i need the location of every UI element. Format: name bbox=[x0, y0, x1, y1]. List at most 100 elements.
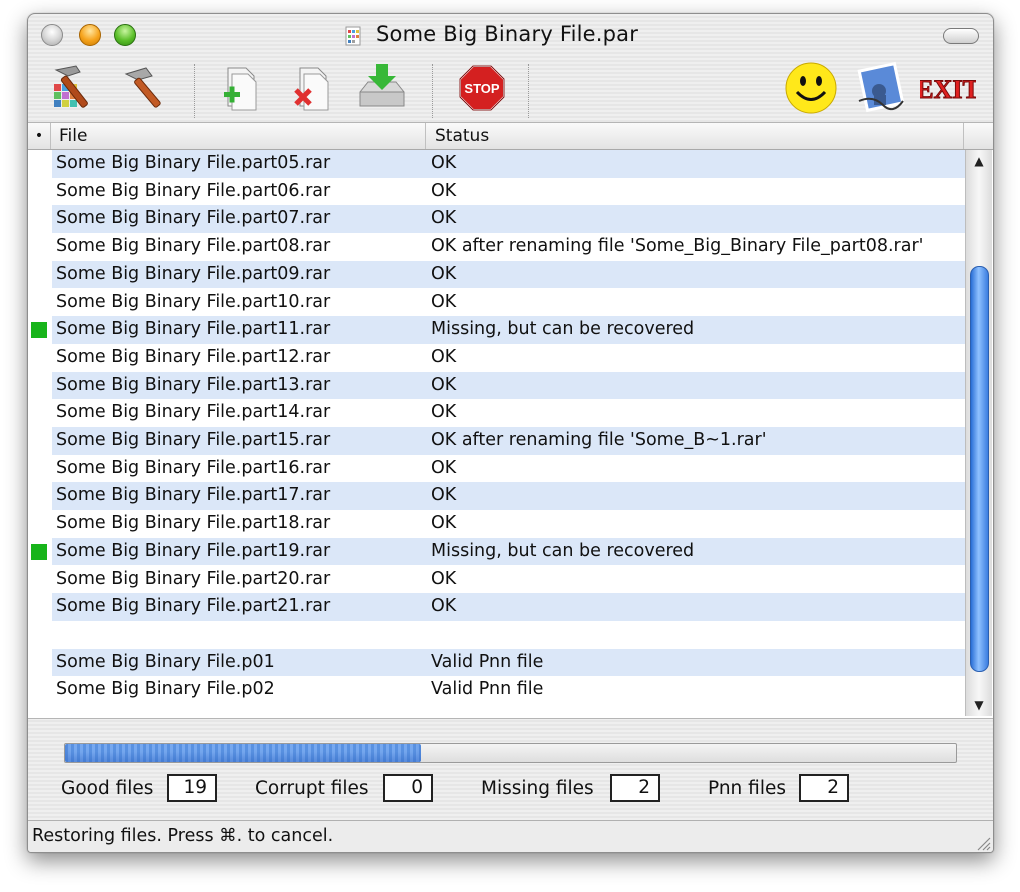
missing-files-label: Missing files bbox=[481, 778, 594, 799]
column-header-status[interactable]: Status bbox=[426, 123, 964, 149]
table-row[interactable]: Some Big Binary File.part16.rar OK bbox=[28, 455, 965, 483]
file-cell: Some Big Binary File.part10.rar bbox=[56, 291, 331, 312]
toolbar-separator bbox=[528, 64, 529, 118]
file-cell: Some Big Binary File.part06.rar bbox=[56, 180, 331, 201]
download-disk-icon[interactable] bbox=[354, 60, 410, 116]
table-row[interactable]: Some Big Binary File.part19.rar Missing, … bbox=[28, 537, 965, 566]
status-bar: Restoring files. Press ⌘. to cancel. bbox=[28, 820, 993, 852]
file-cell: Some Big Binary File.part15.rar bbox=[56, 430, 331, 450]
status-cell: OK bbox=[431, 513, 457, 534]
corrupt-files-count: 0 bbox=[383, 774, 433, 802]
file-cell: Some Big Binary File.part21.rar bbox=[56, 596, 331, 617]
table-row[interactable]: Some Big Binary File.part07.rar OK bbox=[28, 205, 965, 234]
recoverable-marker-icon bbox=[31, 543, 47, 560]
scroll-down-arrow-icon[interactable]: ▼ bbox=[966, 694, 992, 716]
table-row[interactable]: Some Big Binary File.part17.rar OK bbox=[28, 482, 965, 511]
smiley-icon[interactable] bbox=[783, 60, 839, 116]
stop-button[interactable]: STOP bbox=[454, 60, 510, 116]
file-cell: Some Big Binary File.p01 bbox=[56, 651, 275, 672]
table-row[interactable]: Some Big Binary File.part21.rar OK bbox=[28, 593, 965, 621]
table-row[interactable]: Some Big Binary File.part05.rar OK bbox=[28, 150, 965, 178]
pnn-files-label: Pnn files bbox=[708, 778, 786, 799]
summary-counts: Good files 19 Corrupt files 0 Missing fi… bbox=[28, 774, 993, 810]
status-cell: OK bbox=[431, 346, 457, 367]
good-files-label: Good files bbox=[61, 778, 154, 799]
table-row[interactable]: Some Big Binary File.part06.rar OK bbox=[28, 178, 965, 206]
row-background bbox=[52, 621, 965, 649]
table-row[interactable]: Some Big Binary File.part18.rar OK bbox=[28, 510, 965, 538]
zoom-window-button[interactable] bbox=[114, 24, 136, 46]
exit-label: EXIT bbox=[920, 75, 976, 104]
close-window-button[interactable] bbox=[41, 24, 63, 46]
window-title: Some Big Binary File.par bbox=[376, 22, 639, 46]
file-cell: Some Big Binary File.part16.rar bbox=[56, 457, 331, 478]
table-row[interactable]: Some Big Binary File.part10.rar OK bbox=[28, 289, 965, 317]
vertical-scrollbar[interactable]: ▲ ▼ bbox=[965, 150, 992, 716]
column-header-file[interactable]: File bbox=[50, 123, 426, 149]
file-table: • File Status Some Big Binary File.part0… bbox=[28, 122, 993, 719]
status-cell: OK after renaming file 'Some_B~1.rar' bbox=[431, 430, 767, 450]
table-row[interactable]: Some Big Binary File.part15.rar OK after … bbox=[28, 427, 965, 455]
corrupt-files-label: Corrupt files bbox=[255, 778, 369, 799]
status-cell: OK bbox=[431, 457, 457, 478]
file-cell: Some Big Binary File.part17.rar bbox=[56, 485, 331, 506]
file-cell: Some Big Binary File.part05.rar bbox=[56, 153, 331, 173]
table-row[interactable]: Some Big Binary File.part13.rar OK bbox=[28, 371, 965, 400]
table-row[interactable]: Some Big Binary File.part20.rar OK bbox=[28, 566, 965, 594]
toolbar-toggle-button[interactable] bbox=[943, 28, 979, 44]
file-cell: Some Big Binary File.part09.rar bbox=[56, 263, 331, 284]
status-cell: OK bbox=[431, 485, 457, 506]
add-file-icon[interactable] bbox=[212, 60, 268, 116]
wrench-hammer-colors-icon[interactable] bbox=[46, 60, 102, 116]
app-window: Some Big Binary File.par STOP XI • File … bbox=[27, 13, 994, 853]
minimize-window-button[interactable] bbox=[79, 24, 101, 46]
file-cell: Some Big Binary File.part07.rar bbox=[56, 208, 331, 229]
table-row[interactable]: Some Big Binary File.part14.rar OK bbox=[28, 399, 965, 427]
file-cell: Some Big Binary File.p02 bbox=[56, 679, 275, 700]
progress-bar bbox=[64, 743, 957, 763]
status-cell: OK bbox=[431, 291, 457, 312]
table-row[interactable] bbox=[28, 621, 965, 649]
file-cell: Some Big Binary File.part14.rar bbox=[56, 402, 331, 423]
recoverable-marker-icon bbox=[31, 322, 47, 339]
status-cell: OK after renaming file 'Some_Big_Binary … bbox=[431, 236, 924, 257]
status-text: Restoring files. Press ⌘. to cancel. bbox=[32, 826, 334, 846]
table-row[interactable]: Some Big Binary File.p01 Valid Pnn file bbox=[28, 648, 965, 677]
status-cell: OK bbox=[431, 263, 457, 284]
remove-file-icon[interactable] bbox=[284, 60, 340, 116]
table-header: • File Status bbox=[28, 123, 993, 150]
exit-button[interactable]: EXIT bbox=[920, 60, 976, 116]
status-cell: OK bbox=[431, 568, 457, 589]
file-cell: Some Big Binary File.part20.rar bbox=[56, 568, 331, 589]
status-cell: OK bbox=[431, 402, 457, 423]
table-row[interactable]: Some Big Binary File.part08.rar OK after … bbox=[28, 233, 965, 261]
pnn-files-count: 2 bbox=[799, 774, 849, 802]
status-cell: Valid Pnn file bbox=[431, 651, 544, 672]
resize-grip-icon[interactable] bbox=[975, 835, 991, 851]
status-cell: Valid Pnn file bbox=[431, 679, 544, 700]
progress-fill bbox=[65, 744, 422, 762]
table-row[interactable]: Some Big Binary File.part09.rar OK bbox=[28, 260, 965, 289]
status-cell: OK bbox=[431, 153, 457, 173]
par-file-icon bbox=[345, 26, 361, 46]
scroll-thumb[interactable] bbox=[970, 266, 989, 672]
table-row[interactable]: Some Big Binary File.part12.rar OK bbox=[28, 344, 965, 372]
file-cell: Some Big Binary File.part18.rar bbox=[56, 513, 331, 534]
file-cell: Some Big Binary File.part13.rar bbox=[56, 374, 331, 395]
status-cell: OK bbox=[431, 374, 457, 395]
file-cell: Some Big Binary File.part08.rar bbox=[56, 236, 331, 257]
column-header-marker[interactable]: • bbox=[28, 123, 51, 149]
good-files-count: 19 bbox=[167, 774, 217, 802]
stop-label: STOP bbox=[464, 81, 499, 96]
table-row[interactable]: Some Big Binary File.part11.rar Missing, … bbox=[28, 316, 965, 344]
table-row[interactable]: Some Big Binary File.p02 Valid Pnn file bbox=[28, 676, 965, 704]
title-bar: Some Big Binary File.par bbox=[28, 14, 993, 54]
table-body: Some Big Binary File.part05.rar OK Some Bi… bbox=[28, 150, 965, 716]
mail-stamp-icon[interactable] bbox=[852, 60, 908, 116]
file-cell: Some Big Binary File.part19.rar bbox=[56, 540, 331, 561]
hammer-icon[interactable] bbox=[118, 60, 174, 116]
missing-files-count: 2 bbox=[610, 774, 660, 802]
scroll-up-arrow-icon[interactable]: ▲ bbox=[966, 150, 992, 172]
status-cell: OK bbox=[431, 180, 457, 201]
file-cell: Some Big Binary File.part12.rar bbox=[56, 346, 331, 367]
